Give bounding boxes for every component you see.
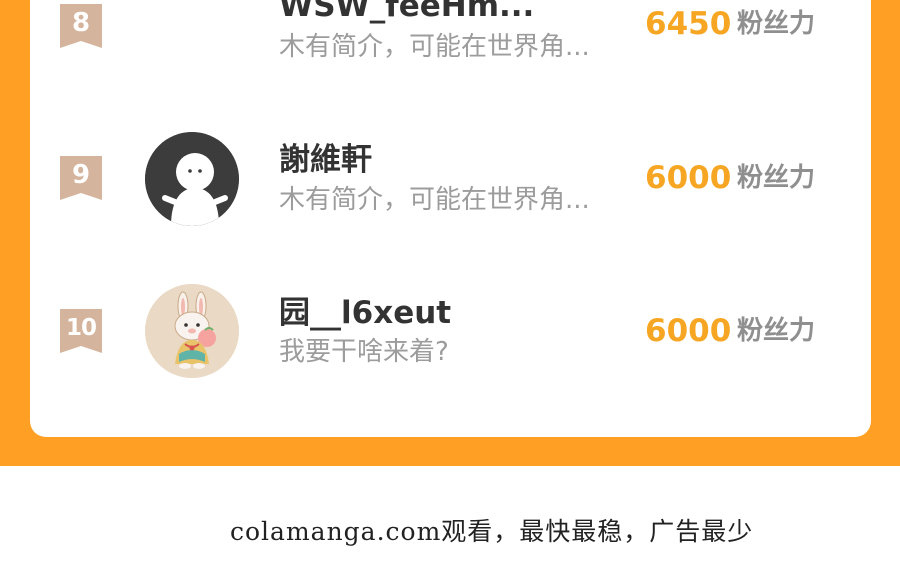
user-name[interactable]: 謝維軒 xyxy=(279,142,372,178)
rank-number: 8 xyxy=(71,8,91,38)
avatar[interactable] xyxy=(145,284,239,378)
user-intro: 木有简介，可能在世界角... xyxy=(279,185,590,215)
rank-badge: 8 xyxy=(60,4,102,48)
user-name[interactable]: 园__l6xeut xyxy=(279,295,451,331)
rank-number: 10 xyxy=(65,315,97,341)
ranking-row-10[interactable]: 10 园__l6xeut 我要干啥来着? 6000 粉丝力 xyxy=(30,282,871,402)
user-intro: 木有简介，可能在世界角... xyxy=(279,32,590,62)
rank-badge: 9 xyxy=(60,156,102,200)
rank-badge: 10 xyxy=(60,309,102,353)
user-name[interactable]: WSW_feeHm... xyxy=(279,0,534,24)
user-intro: 我要干啥来着? xyxy=(279,337,449,367)
default-person-icon xyxy=(145,132,239,226)
fan-power-label: 粉丝力 xyxy=(737,9,816,39)
avatar[interactable] xyxy=(145,132,239,226)
fan-power-score: 6450 xyxy=(645,6,732,42)
ranking-row-8[interactable]: 8 WSW_feeHm... 木有简介，可能在世界角... 6450 粉丝力 xyxy=(30,0,871,100)
fan-power-score: 6000 xyxy=(645,313,732,349)
ranking-card: 8 WSW_feeHm... 木有简介，可能在世界角... 6450 粉丝力 9 xyxy=(30,0,871,437)
rank-number: 9 xyxy=(71,160,91,190)
ranking-row-9[interactable]: 9 謝維軒 木有简介，可能在世界角... 6000 粉丝力 xyxy=(30,130,871,250)
footer-notice: colamanga.com观看，最快最稳，广告最少 xyxy=(230,517,754,546)
fan-power-label: 粉丝力 xyxy=(737,316,816,346)
fan-power-score: 6000 xyxy=(645,160,732,196)
fan-power-label: 粉丝力 xyxy=(737,163,816,193)
rabbit-illustration xyxy=(145,284,239,378)
